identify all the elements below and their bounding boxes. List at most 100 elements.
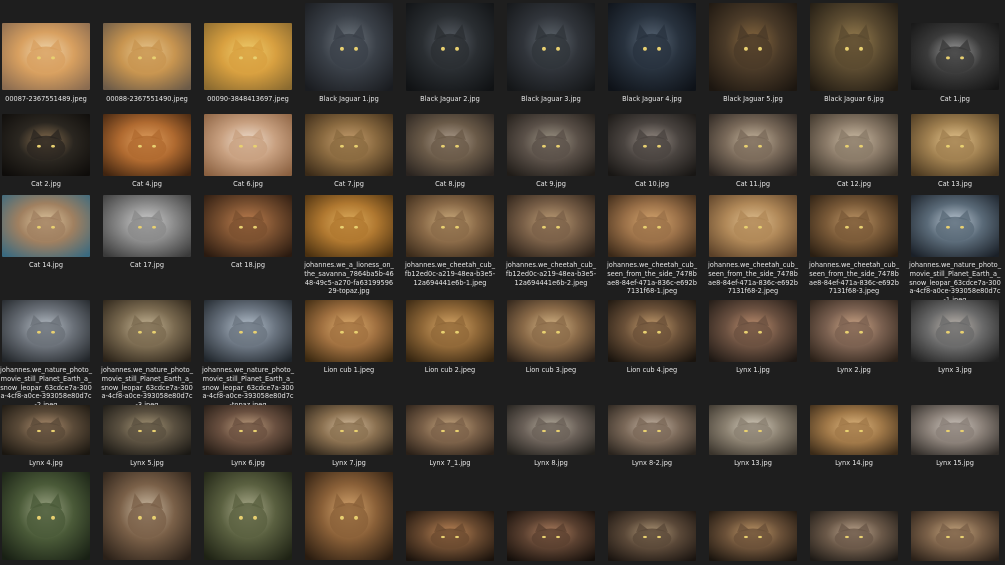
lynx-face-thumbnail: [305, 405, 393, 455]
cheetah-cub-thumbnail: [608, 195, 696, 257]
file-name: Cat 8.jpg: [435, 180, 465, 188]
snow-leopard-thumbnail: [2, 300, 90, 362]
lynx-forest-thumbnail: [305, 472, 393, 560]
file-name: Cat 6.jpg: [233, 180, 263, 188]
cats-sleeping-thumbnail: [103, 195, 191, 257]
kitten-thumbnail: [507, 114, 595, 176]
file-name: johannes.we_cheetah_cub_seen_from_the_si…: [808, 261, 900, 296]
kitten-thumbnail: [709, 114, 797, 176]
cheetah-cub-thumbnail: [406, 195, 494, 257]
lynx-thumbnail: [911, 300, 999, 362]
puma-thumbnail: [709, 511, 797, 561]
file-name: Lynx 15.jpg: [936, 459, 974, 467]
file-name: johannes.we_nature_photo_movie_still_Pla…: [909, 261, 1001, 304]
file-name: Lion cub 1.jpeg: [323, 366, 375, 374]
cat-lying-thumbnail: [911, 23, 999, 90]
cheetah-cub-thumbnail: [507, 195, 595, 257]
file-name: johannes.we_cheetah_cub_seen_from_the_si…: [707, 261, 799, 296]
snow-leopard-thumbnail: [103, 300, 191, 362]
file-name: johannes.we_a_lioness_on_the_savanna_786…: [304, 261, 394, 296]
lynx-thumbnail: [406, 405, 494, 455]
puma-thumbnail: [507, 511, 595, 561]
kitten-sleeping-thumbnail: [2, 23, 90, 90]
kitten-thumbnail: [608, 114, 696, 176]
lynx-thumbnail: [103, 405, 191, 455]
file-name: johannes.we_cheetah_cub_seen_from_the_si…: [606, 261, 698, 296]
file-name: Black Jaguar 4.jpg: [622, 95, 682, 103]
black-jaguar-thumbnail: [406, 3, 494, 91]
black-jaguar-thumbnail: [305, 3, 393, 91]
cheetah-cub-thumbnail: [810, 195, 898, 257]
file-name: Lynx 8.jpg: [534, 459, 568, 467]
lynx-face-thumbnail: [911, 405, 999, 455]
file-name: Lynx 6.jpg: [231, 459, 265, 467]
jaguar-thumbnail: [810, 3, 898, 91]
file-name: Lion cub 3.jpeg: [525, 366, 577, 374]
file-name: johannes.we_cheetah_cub_fb12ed0c-a219-48…: [404, 261, 496, 287]
lion-cub-thumbnail: [305, 300, 393, 362]
file-name: 00090-3848413697.jpeg: [207, 95, 289, 103]
file-name: johannes.we_nature_photo_movie_still_Pla…: [101, 366, 193, 409]
file-name: Black Jaguar 6.jpg: [824, 95, 884, 103]
kitten-yarn-thumbnail: [2, 195, 90, 257]
file-name: Cat 12.jpg: [836, 180, 871, 188]
file-name: Lynx 7.jpg: [332, 459, 366, 467]
file-name: Black Jaguar 3.jpg: [521, 95, 581, 103]
puma-thumbnail: [608, 511, 696, 561]
file-name: Lion cub 4.jpeg: [626, 366, 678, 374]
file-name: Lynx 5.jpg: [130, 459, 164, 467]
file-name: Cat 9.jpg: [536, 180, 566, 188]
lynx-forest-thumbnail: [204, 472, 292, 560]
puma-thumbnail: [406, 511, 494, 561]
file-name: Cat 7.jpg: [334, 180, 364, 188]
cats-lying-thumbnail: [204, 195, 292, 257]
file-name: 00088-2367551490.jpeg: [106, 95, 188, 103]
lynx-forest-thumbnail: [2, 472, 90, 560]
cat-curled-thumbnail: [2, 114, 90, 176]
file-name: Cat 14.jpg: [28, 261, 63, 269]
kitten-thumbnail: [911, 114, 999, 176]
kitten-thumbnail: [305, 114, 393, 176]
file-name: Cat 10.jpg: [634, 180, 669, 188]
file-name: Cat 13.jpg: [937, 180, 972, 188]
file-name: Cat 17.jpg: [129, 261, 164, 269]
lynx-thumbnail: [2, 405, 90, 455]
snow-leopard-thumbnail: [204, 300, 292, 362]
lion-savanna-thumbnail: [204, 23, 292, 90]
lynx-thumbnail: [709, 300, 797, 362]
file-name: Black Jaguar 5.jpg: [723, 95, 783, 103]
cheetah-cub-thumbnail: [709, 195, 797, 257]
kitten-thumbnail: [810, 114, 898, 176]
file-grid: 00087-2367551489.jpeg 00088-2367551490.jp…: [0, 0, 1005, 565]
file-name: 00087-2367551489.jpeg: [5, 95, 87, 103]
lynx-thumbnail: [507, 405, 595, 455]
file-name: Cat 1.jpg: [940, 95, 970, 103]
file-name: Lynx 13.jpg: [734, 459, 772, 467]
jaguar-thumbnail: [709, 3, 797, 91]
lynx-face-thumbnail: [709, 405, 797, 455]
file-name: Cat 2.jpg: [31, 180, 61, 188]
file-name: Lynx 3.jpg: [938, 366, 972, 374]
file-name: Lion cub 2.jpeg: [424, 366, 476, 374]
file-name: Cat 18.jpg: [230, 261, 265, 269]
file-name: johannes.we_nature_photo_movie_still_Pla…: [202, 366, 294, 409]
file-name: Lynx 8-2.jpg: [631, 459, 673, 467]
lynx-thumbnail: [911, 511, 999, 561]
file-name: Lynx 4.jpg: [29, 459, 63, 467]
lynx-thumbnail: [204, 405, 292, 455]
file-name: johannes.we_nature_photo_movie_still_Pla…: [0, 366, 92, 409]
lion-cub-thumbnail: [406, 300, 494, 362]
lynx-forest-thumbnail: [103, 472, 191, 560]
black-jaguar-thumbnail: [507, 3, 595, 91]
lioness-thumbnail: [305, 195, 393, 257]
file-name: Cat 11.jpg: [735, 180, 770, 188]
lynx-thumbnail: [810, 300, 898, 362]
puma-thumbnail: [810, 511, 898, 561]
snow-leopard-thumbnail: [911, 195, 999, 257]
lynx-face-thumbnail: [608, 405, 696, 455]
lynx-face-thumbnail: [810, 405, 898, 455]
lion-cub-thumbnail: [608, 300, 696, 362]
file-name: Lynx 7_1.jpg: [429, 459, 471, 467]
file-name: Black Jaguar 1.jpg: [319, 95, 379, 103]
cat-lying-sunset-thumbnail: [103, 23, 191, 90]
